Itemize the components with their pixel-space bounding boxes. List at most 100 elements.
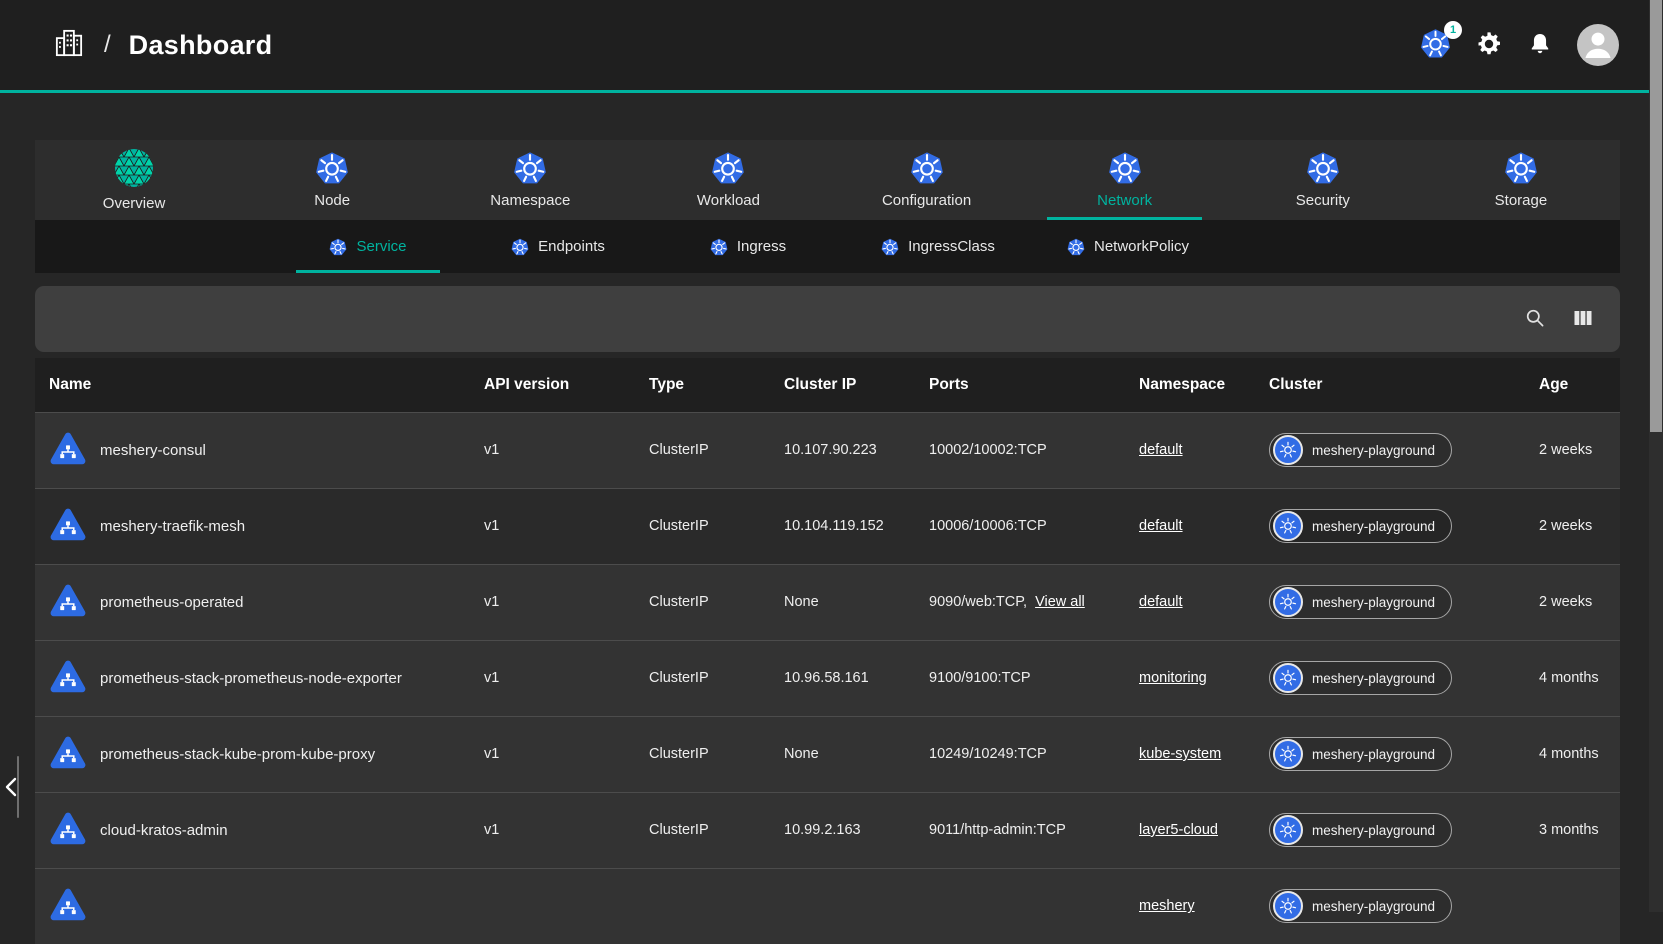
tab-label: Storage xyxy=(1495,192,1548,209)
ports-text: 10006/10006:TCP xyxy=(929,518,1047,534)
kubernetes-icon xyxy=(711,151,745,185)
api-version-cell: v1 xyxy=(470,412,635,488)
ports-cell: 9090/web:TCP, View all xyxy=(915,564,1125,640)
column-header-namespace[interactable]: Namespace xyxy=(1125,358,1255,412)
table-row[interactable]: prometheus-operatedv1ClusterIPNone9090/w… xyxy=(35,564,1620,640)
view-columns-button[interactable] xyxy=(1568,304,1598,334)
name-cell: meshery-traefik-mesh xyxy=(35,488,470,564)
tab-label: Overview xyxy=(103,195,166,212)
cluster-chip[interactable]: meshery-playground xyxy=(1269,433,1452,467)
namespace-link[interactable]: kube-system xyxy=(1139,746,1221,762)
column-header-cluster[interactable]: Cluster xyxy=(1255,358,1525,412)
table-row[interactable]: meshery-traefik-meshv1ClusterIP10.104.11… xyxy=(35,488,1620,564)
tab-overview[interactable]: Overview xyxy=(35,140,233,220)
tab-namespace[interactable]: Namespace xyxy=(431,140,629,220)
api-version-cell: v1 xyxy=(470,640,635,716)
cluster-count-badge: 1 xyxy=(1444,21,1462,39)
tab-security[interactable]: Security xyxy=(1224,140,1422,220)
cluster-chip[interactable]: meshery-playground xyxy=(1269,889,1452,923)
ports-text: 9100/9100:TCP xyxy=(929,670,1031,686)
user-avatar[interactable] xyxy=(1577,24,1619,66)
kubernetes-icon xyxy=(881,238,899,256)
tab-configuration[interactable]: Configuration xyxy=(828,140,1026,220)
cluster-chip[interactable]: meshery-playground xyxy=(1269,661,1452,695)
dashboard-content: OverviewNodeNamespaceWorkloadConfigurati… xyxy=(35,140,1620,944)
namespace-link[interactable]: default xyxy=(1139,518,1183,534)
table-row[interactable]: cloud-kratos-adminv1ClusterIP10.99.2.163… xyxy=(35,792,1620,868)
namespace-cell: default xyxy=(1125,488,1255,564)
collapse-drawer-button[interactable] xyxy=(1,776,23,800)
tab-storage[interactable]: Storage xyxy=(1422,140,1620,220)
cluster-chip-label: meshery-playground xyxy=(1312,747,1435,762)
network-resource-subtabs: ServiceEndpointsIngressIngressClassNetwo… xyxy=(35,220,1620,273)
name-cell: prometheus-stack-kube-prom-kube-proxy xyxy=(35,716,470,792)
scrollbar-thumb[interactable] xyxy=(1650,0,1662,432)
cluster-chip[interactable]: meshery-playground xyxy=(1269,737,1452,771)
table-row[interactable]: mesherymeshery-playground xyxy=(35,868,1620,944)
organization-icon[interactable] xyxy=(52,26,86,65)
kubernetes-wheel-icon xyxy=(1278,896,1298,916)
subtab-ingressclass[interactable]: IngressClass xyxy=(843,220,1033,273)
age-cell: 3 months xyxy=(1525,792,1620,868)
cluster-chip[interactable]: meshery-playground xyxy=(1269,813,1452,847)
namespace-link[interactable]: default xyxy=(1139,594,1183,610)
tab-network[interactable]: Network xyxy=(1026,140,1224,220)
column-header-api-version[interactable]: API version xyxy=(470,358,635,412)
column-header-name[interactable]: Name xyxy=(35,358,470,412)
subtab-ingress[interactable]: Ingress xyxy=(653,220,843,273)
api-version-cell: v1 xyxy=(470,792,635,868)
age-cell: 2 weeks xyxy=(1525,412,1620,488)
namespace-link[interactable]: default xyxy=(1139,442,1183,458)
settings-button[interactable] xyxy=(1475,30,1503,61)
table-row[interactable]: prometheus-stack-kube-prom-kube-proxyv1C… xyxy=(35,716,1620,792)
notifications-button[interactable] xyxy=(1527,31,1553,60)
cluster-cell: meshery-playground xyxy=(1255,640,1525,716)
subtab-service[interactable]: Service xyxy=(273,220,463,273)
tab-label: Security xyxy=(1296,192,1350,209)
ports-cell: 10249/10249:TCP xyxy=(915,716,1125,792)
table-row[interactable]: prometheus-stack-prometheus-node-exporte… xyxy=(35,640,1620,716)
tab-label: Workload xyxy=(697,192,760,209)
cluster-ip-cell: 10.104.119.152 xyxy=(770,488,915,564)
subtab-networkpolicy[interactable]: NetworkPolicy xyxy=(1033,220,1223,273)
column-header-ports[interactable]: Ports xyxy=(915,358,1125,412)
cluster-ip-cell: 10.99.2.163 xyxy=(770,792,915,868)
namespace-link[interactable]: layer5-cloud xyxy=(1139,822,1218,838)
table-row[interactable]: meshery-consulv1ClusterIP10.107.90.22310… xyxy=(35,412,1620,488)
kubernetes-icon xyxy=(1306,151,1340,185)
service-name: meshery-traefik-mesh xyxy=(100,518,245,535)
api-version-cell xyxy=(470,868,635,944)
namespace-link[interactable]: monitoring xyxy=(1139,670,1207,686)
kubernetes-wheel-icon xyxy=(1278,592,1298,612)
tab-node[interactable]: Node xyxy=(233,140,431,220)
ports-text: 10249/10249:TCP xyxy=(929,746,1047,762)
cluster-chip[interactable]: meshery-playground xyxy=(1269,585,1452,619)
column-header-type[interactable]: Type xyxy=(635,358,770,412)
subtab-endpoints[interactable]: Endpoints xyxy=(463,220,653,273)
tab-workload[interactable]: Workload xyxy=(629,140,827,220)
kubernetes-icon xyxy=(329,238,347,256)
column-header-age[interactable]: Age xyxy=(1525,358,1620,412)
tab-label: Network xyxy=(1097,192,1152,209)
kubernetes-wheel-icon xyxy=(1278,744,1298,764)
cluster-connection-button[interactable]: 1 xyxy=(1420,28,1451,62)
type-cell: ClusterIP xyxy=(635,640,770,716)
view-all-ports-link[interactable]: View all xyxy=(1035,594,1085,610)
age-cell: 2 weeks xyxy=(1525,488,1620,564)
service-icon xyxy=(49,431,87,469)
cluster-chip-label: meshery-playground xyxy=(1312,595,1435,610)
type-cell: ClusterIP xyxy=(635,412,770,488)
search-button[interactable] xyxy=(1520,304,1550,334)
service-name: cloud-kratos-admin xyxy=(100,822,228,839)
cluster-chip-label: meshery-playground xyxy=(1312,443,1435,458)
ports-cell xyxy=(915,868,1125,944)
ports-text: 9090/web:TCP, xyxy=(929,594,1027,610)
page-scrollbar[interactable] xyxy=(1649,0,1663,912)
column-header-cluster-ip[interactable]: Cluster IP xyxy=(770,358,915,412)
cluster-ip-cell: None xyxy=(770,564,915,640)
cluster-chip[interactable]: meshery-playground xyxy=(1269,509,1452,543)
type-cell xyxy=(635,868,770,944)
kubernetes-wheel-icon xyxy=(1278,820,1298,840)
table-header-row: NameAPI versionTypeCluster IPPortsNamesp… xyxy=(35,358,1620,412)
search-icon xyxy=(1523,306,1547,333)
